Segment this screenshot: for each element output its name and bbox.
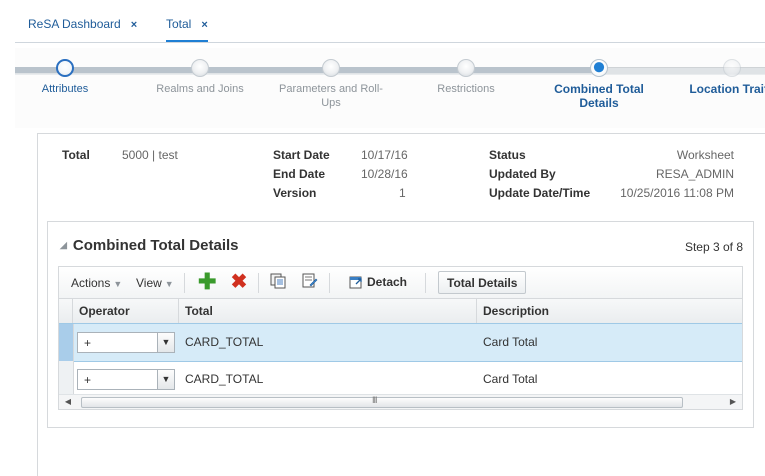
tab-label: ReSA Dashboard bbox=[28, 17, 121, 31]
view-menu[interactable]: View ▼ bbox=[136, 276, 174, 290]
scrollbar-thumb[interactable]: III bbox=[81, 395, 683, 408]
horizontal-scrollbar[interactable]: ◀ III ▶ bbox=[59, 394, 742, 409]
train-stop-parameters-and-roll-ups[interactable] bbox=[322, 59, 340, 77]
chevron-down-icon: ▼ bbox=[113, 279, 123, 289]
train-label-location-traits[interactable]: Location Traits bbox=[677, 82, 765, 96]
status-value: Worksheet bbox=[676, 148, 734, 162]
operator-value: + bbox=[84, 336, 92, 350]
end-date-label: End Date bbox=[273, 167, 326, 181]
update-datetime-value: 10/25/2016 11:08 PM bbox=[620, 186, 734, 200]
panel-title: Combined Total Details bbox=[72, 237, 239, 254]
scrollbar-grip: III bbox=[372, 395, 377, 405]
delete-icon[interactable]: ✖ bbox=[230, 272, 248, 292]
train-label-parameters-and-roll-ups[interactable]: Parameters and Roll-Ups bbox=[276, 82, 386, 110]
updated-by-label: Updated By bbox=[489, 167, 556, 181]
scroll-right-icon[interactable]: ▶ bbox=[726, 395, 740, 409]
train-label-restrictions[interactable]: Restrictions bbox=[411, 82, 521, 96]
close-icon[interactable]: × bbox=[201, 19, 207, 31]
train-stop-attributes[interactable] bbox=[56, 59, 74, 77]
total-cell: CARD_TOTAL bbox=[185, 335, 264, 349]
operator-value: + bbox=[84, 373, 92, 387]
combined-total-details-panel: ◢ Combined Total Details Step 3 of 8 Acti… bbox=[47, 221, 754, 428]
train-stop-restrictions[interactable] bbox=[457, 59, 475, 77]
duplicate-icon[interactable] bbox=[269, 273, 287, 291]
column-header-total[interactable]: Total bbox=[179, 299, 477, 323]
scroll-left-icon[interactable]: ◀ bbox=[61, 395, 75, 409]
toolbar-divider bbox=[329, 273, 330, 293]
row-header[interactable] bbox=[59, 361, 74, 398]
version-label: Version bbox=[273, 186, 317, 200]
add-icon[interactable]: ✚ bbox=[198, 271, 216, 293]
chevron-down-icon: ▼ bbox=[164, 279, 174, 289]
tab-total[interactable]: Total × bbox=[166, 8, 208, 42]
train-stop-combined-total-details[interactable] bbox=[590, 59, 608, 77]
train-label-realms-and-joins[interactable]: Realms and Joins bbox=[145, 82, 255, 96]
tab-bar: ReSA Dashboard × Total × bbox=[15, 8, 765, 43]
row-header-corner bbox=[59, 299, 73, 323]
operator-select[interactable]: + ▼ bbox=[77, 369, 175, 390]
row-header[interactable] bbox=[59, 324, 74, 361]
actions-menu[interactable]: Actions ▼ bbox=[71, 276, 122, 290]
updated-by-value: RESA_ADMIN bbox=[655, 167, 734, 181]
chevron-down-icon[interactable]: ▼ bbox=[157, 333, 174, 352]
edit-icon[interactable] bbox=[301, 273, 319, 291]
train-navigation: Attributes Realms and Joins Parameters a… bbox=[15, 48, 765, 128]
column-header-description[interactable]: Description bbox=[477, 299, 742, 323]
total-value: 5000 | test bbox=[122, 148, 178, 162]
chevron-down-icon[interactable]: ▼ bbox=[157, 370, 174, 389]
panel-header[interactable]: ◢ Combined Total Details bbox=[60, 237, 239, 254]
start-date-value: 10/17/16 bbox=[361, 148, 408, 162]
total-cell: CARD_TOTAL bbox=[185, 372, 264, 386]
end-date-value: 10/28/16 bbox=[361, 167, 408, 181]
toolbar-divider bbox=[184, 273, 185, 293]
actions-menu-label: Actions bbox=[71, 276, 111, 290]
update-datetime-label: Update Date/Time bbox=[489, 186, 591, 200]
column-header-operator[interactable]: Operator bbox=[73, 299, 179, 323]
table-toolbar: Actions ▼ View ▼ ✚ ✖ Detach Total Details bbox=[58, 266, 743, 299]
detach-button[interactable]: Detach bbox=[341, 271, 415, 294]
tab-resa-dashboard[interactable]: ReSA Dashboard × bbox=[28, 8, 137, 40]
total-label: Total bbox=[62, 148, 90, 162]
detach-label: Detach bbox=[367, 275, 408, 289]
step-indicator: Step 3 of 8 bbox=[684, 240, 743, 254]
table-row[interactable]: + ▼ CARD_TOTAL Card Total bbox=[59, 323, 742, 362]
table-header: Operator Total Description bbox=[59, 299, 742, 324]
toolbar-divider bbox=[425, 273, 426, 293]
train-label-attributes[interactable]: Attributes bbox=[10, 82, 120, 96]
description-cell: Card Total bbox=[483, 372, 538, 386]
collapse-triangle-icon[interactable]: ◢ bbox=[60, 240, 67, 250]
operator-select[interactable]: + ▼ bbox=[77, 332, 175, 353]
train-stop-realms-and-joins[interactable] bbox=[191, 59, 209, 77]
combined-totals-table: Operator Total Description + ▼ CARD_TOTA… bbox=[58, 298, 743, 410]
close-icon[interactable]: × bbox=[131, 19, 137, 31]
description-cell: Card Total bbox=[483, 335, 538, 349]
train-label-combined-total-details[interactable]: Combined Total Details bbox=[544, 82, 654, 110]
start-date-label: Start Date bbox=[273, 148, 330, 162]
tab-label: Total bbox=[166, 17, 192, 31]
status-label: Status bbox=[489, 148, 526, 162]
detach-icon bbox=[349, 274, 363, 296]
toolbar-divider bbox=[258, 273, 259, 293]
view-menu-label: View bbox=[136, 276, 162, 290]
train-rail-progress bbox=[15, 67, 595, 73]
total-details-button[interactable]: Total Details bbox=[438, 271, 527, 294]
train-stop-location-traits[interactable] bbox=[723, 59, 741, 77]
version-value: 1 bbox=[399, 186, 406, 200]
